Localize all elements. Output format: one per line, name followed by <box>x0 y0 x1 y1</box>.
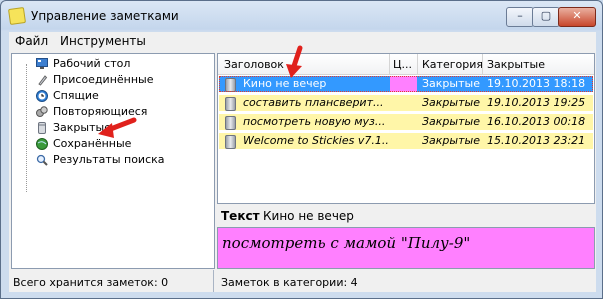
archive-jar-icon <box>38 122 46 134</box>
column-header-title[interactable]: Заголовок <box>224 58 284 71</box>
column-divider[interactable] <box>389 54 390 74</box>
menu-file[interactable]: Файл <box>15 34 48 48</box>
notes-pane: Заголовок Ц... Категория Закрытые Кино н… <box>217 45 595 269</box>
sticky-note-app-icon <box>7 6 27 26</box>
tree-item-label: Присоединённые <box>53 73 154 86</box>
row-title: Кино не вечер <box>243 77 327 90</box>
row-category: Закрытые <box>422 115 480 128</box>
tree-connector-line <box>26 64 28 192</box>
detail-header: Текст Кино не вечер <box>217 206 593 224</box>
red-annotation-arrow-icon <box>286 45 303 78</box>
row-color-swatch <box>390 133 417 149</box>
table-row[interactable]: составить плансверит... Закрытые 19.10.201… <box>219 95 593 111</box>
column-divider[interactable] <box>417 54 418 74</box>
close-button[interactable]: ✕ <box>558 7 596 27</box>
row-category: Закрытые <box>422 96 480 109</box>
status-bar-right: Заметок в категории: 4 <box>217 272 595 292</box>
desktop-icon <box>36 58 48 69</box>
category-tree: Рабочий стол Присоединённые Спящие Повто… <box>11 53 215 269</box>
archive-jar-icon <box>225 78 236 92</box>
row-color-swatch <box>390 76 417 92</box>
maximize-button[interactable]: ▢ <box>532 7 560 27</box>
row-closed-date: 15.10.2013 23:21 <box>487 134 586 147</box>
title-bar[interactable]: Управление заметками – ▢ ✕ <box>1 1 602 31</box>
row-category: Закрытые <box>422 134 480 147</box>
tree-item-label: Спящие <box>53 89 99 102</box>
red-annotation-arrow-icon <box>98 117 137 138</box>
row-title: посмотреть новую муз... <box>243 115 386 128</box>
status-category-count: Заметок в категории: 4 <box>221 276 358 289</box>
table-row[interactable]: посмотреть новую муз... Закрытые 16.10.201… <box>219 114 593 130</box>
row-color-swatch <box>390 114 417 130</box>
archive-jar-icon <box>225 116 236 130</box>
status-total-notes: Всего хранится заметок: 0 <box>13 276 169 289</box>
tree-item-label: Результаты поиска <box>53 153 165 166</box>
window-title: Управление заметками <box>31 9 179 23</box>
minimize-button[interactable]: – <box>506 7 534 27</box>
paperclip-icon <box>38 75 48 86</box>
note-text: посмотреть с мамой "Пилу-9" <box>222 234 471 252</box>
row-closed-date: 19.10.2013 19:25 <box>487 96 586 109</box>
recurring-icon <box>36 106 48 117</box>
clock-icon <box>36 90 48 102</box>
status-bar-left: Всего хранится заметок: 0 <box>9 272 213 292</box>
row-category: Закрытые <box>422 77 480 90</box>
row-color-swatch <box>390 95 417 111</box>
table-header: Заголовок Ц... Категория Закрытые <box>218 54 594 75</box>
client-area: Рабочий стол Присоединённые Спящие Повто… <box>9 45 596 292</box>
archive-jar-icon <box>225 97 236 111</box>
main-window: Управление заметками – ▢ ✕ Файл Инструме… <box>0 0 603 299</box>
archive-jar-icon <box>225 135 236 149</box>
table-row[interactable]: Welcome to Stickies v7.1... Закрытые 15.10… <box>219 133 593 149</box>
row-title: Welcome to Stickies v7.1... <box>243 134 388 147</box>
column-header-closed[interactable]: Закрытые <box>487 58 545 71</box>
detail-label: Текст <box>221 209 260 223</box>
globe-icon <box>36 138 48 150</box>
column-divider[interactable] <box>482 54 483 74</box>
detail-title: Кино не вечер <box>263 209 354 223</box>
magnifier-icon <box>36 154 48 166</box>
menu-tools[interactable]: Инструменты <box>60 34 146 48</box>
tree-item-label: Рабочий стол <box>53 57 131 70</box>
column-header-color[interactable]: Ц... <box>393 58 412 71</box>
row-closed-date: 16.10.2013 00:18 <box>487 115 586 128</box>
row-title: составить плансверит... <box>243 96 384 109</box>
row-closed-date: 19.10.2013 18:18 <box>487 77 586 90</box>
status-divider <box>213 270 216 292</box>
notes-table: Заголовок Ц... Категория Закрытые Кино н… <box>217 45 595 204</box>
column-header-category[interactable]: Категория <box>422 58 483 71</box>
note-preview[interactable]: посмотреть с мамой "Пилу-9" <box>217 227 595 269</box>
